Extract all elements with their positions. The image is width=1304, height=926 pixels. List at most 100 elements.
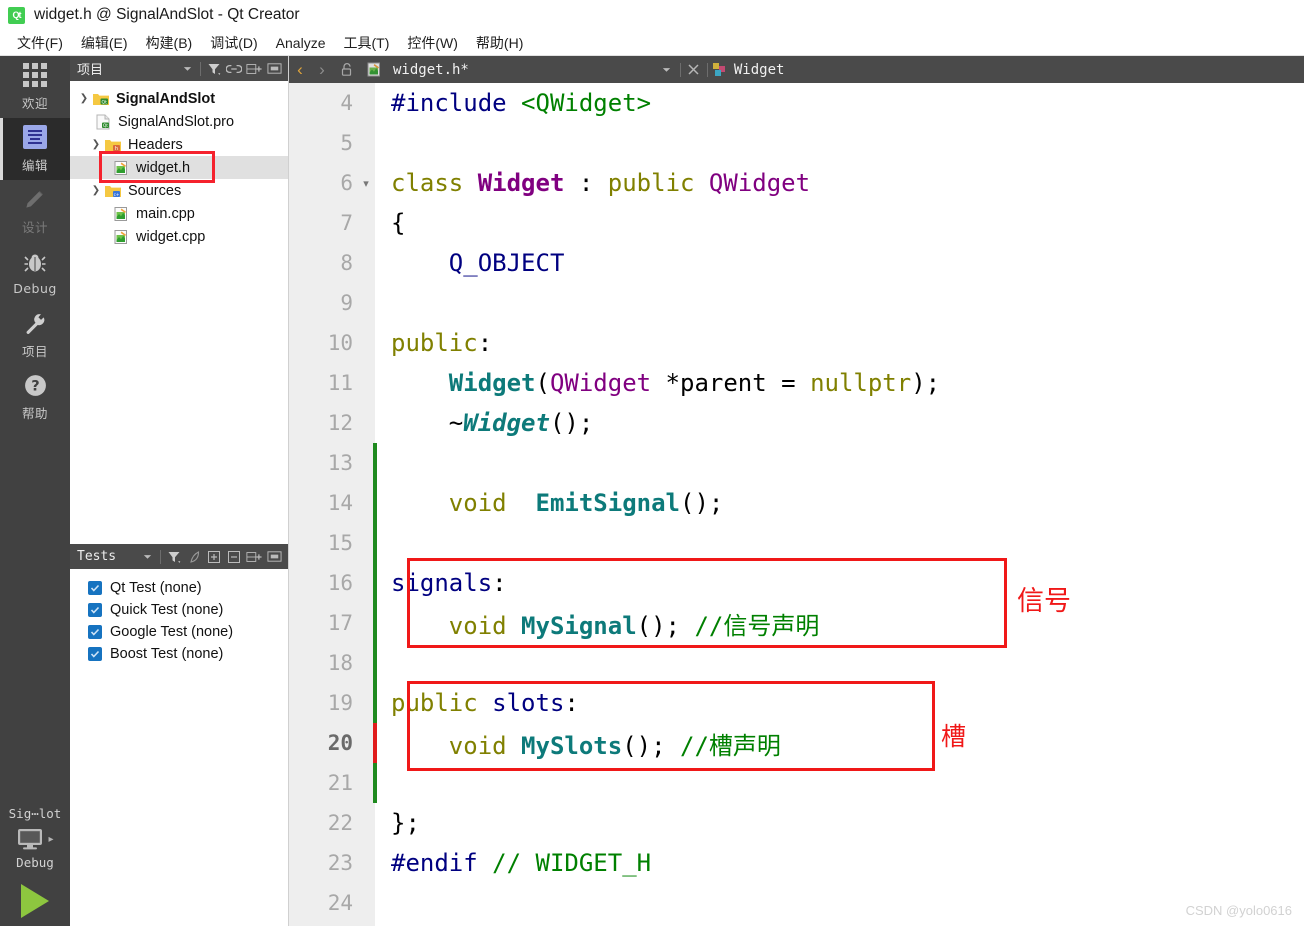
change-marker-green xyxy=(373,483,377,523)
run-button[interactable] xyxy=(0,884,70,918)
line-number: 19 xyxy=(327,691,353,715)
code-line[interactable]: 12 ~Widget(); xyxy=(289,403,1304,443)
code-line[interactable]: 11 Widget(QWidget *parent = nullptr); xyxy=(289,363,1304,403)
filter-icon[interactable] xyxy=(164,547,184,567)
leaf-icon[interactable] xyxy=(184,547,204,567)
chevron-left-icon[interactable]: ‹ xyxy=(289,60,311,80)
tree-item-widget-cpp[interactable]: widget.cpp xyxy=(70,225,288,248)
mode-button-projects[interactable]: 项目 xyxy=(0,304,70,366)
code-line[interactable]: 7{ xyxy=(289,203,1304,243)
kit-selector-label[interactable]: Sig⋯lot xyxy=(0,806,70,821)
code-text: void EmitSignal(); xyxy=(448,489,724,517)
tree-item-headers[interactable]: ❯ h Headers xyxy=(70,133,288,156)
project-panel-title: 项目 xyxy=(77,63,104,78)
menu-build[interactable]: 构建(B) xyxy=(137,31,202,55)
checkbox-checked-icon[interactable] xyxy=(88,625,102,639)
source-file-icon xyxy=(363,60,385,80)
editor-symbol-selector[interactable]: Widget xyxy=(734,62,785,78)
chevron-down-icon[interactable] xyxy=(657,60,677,80)
test-item-google-test[interactable]: Google Test (none) xyxy=(70,621,288,643)
code-text: { xyxy=(391,209,406,237)
test-item-quick-test[interactable]: Quick Test (none) xyxy=(70,599,288,621)
code-line[interactable]: 6 ▾ class Widget : public QWidget xyxy=(289,163,1304,203)
chevron-down-icon[interactable] xyxy=(137,547,157,567)
code-editor[interactable]: 4 #include <QWidget> 5 6 ▾ class Widget : pub… xyxy=(289,83,1304,926)
minimize-icon[interactable] xyxy=(264,547,284,567)
window-title: widget.h @ SignalAndSlot - Qt Creator xyxy=(34,6,300,23)
pro-file-icon: Qt xyxy=(94,114,112,130)
tests-list: Qt Test (none) Quick Test (none) Google … xyxy=(70,569,288,665)
target-selector-button[interactable]: ▸ xyxy=(0,827,70,851)
menu-widgets[interactable]: 控件(W) xyxy=(398,31,467,55)
menu-edit[interactable]: 编辑(E) xyxy=(72,31,137,55)
test-item-qt-test[interactable]: Qt Test (none) xyxy=(70,577,288,599)
minimize-icon[interactable] xyxy=(264,59,284,79)
test-item-boost-test[interactable]: Boost Test (none) xyxy=(70,643,288,665)
mode-button-welcome[interactable]: 欢迎 xyxy=(0,56,70,118)
test-label: Boost Test (none) xyxy=(110,646,224,662)
menu-help[interactable]: 帮助(H) xyxy=(467,31,532,55)
expand-all-icon[interactable] xyxy=(204,547,224,567)
code-line[interactable]: 24 xyxy=(289,883,1304,923)
code-line[interactable]: 22}; xyxy=(289,803,1304,843)
code-line[interactable]: 8 Q_OBJECT xyxy=(289,243,1304,283)
change-marker-green xyxy=(373,643,377,683)
filter-icon[interactable] xyxy=(204,59,224,79)
mode-label-design: 设计 xyxy=(21,220,48,235)
folder-cpp-icon: c+ xyxy=(104,183,122,199)
code-line[interactable]: 4 #include <QWidget> xyxy=(289,83,1304,123)
line-number: 24 xyxy=(327,891,353,915)
mode-button-design[interactable]: 设计 xyxy=(0,180,70,242)
menu-analyze[interactable]: Analyze xyxy=(267,31,335,55)
menu-file[interactable]: 文件(F) xyxy=(8,31,72,55)
watermark: CSDN @yolo0616 xyxy=(1185,903,1292,918)
chevron-right-icon[interactable]: › xyxy=(311,60,333,80)
split-add-icon[interactable] xyxy=(244,59,264,79)
project-panel-header: 项目 xyxy=(70,56,288,81)
edit-icon xyxy=(23,124,47,150)
tree-label: Headers xyxy=(128,136,183,153)
code-line[interactable]: 23 #endif // WIDGET_H xyxy=(289,843,1304,883)
chevron-down-icon[interactable]: ❯ xyxy=(88,139,104,150)
code-text: class Widget : public QWidget xyxy=(391,169,811,197)
tree-item-main-cpp[interactable]: main.cpp xyxy=(70,202,288,225)
code-line[interactable]: 10 public: xyxy=(289,323,1304,363)
code-line[interactable]: 13 xyxy=(289,443,1304,483)
menu-debug[interactable]: 调试(D) xyxy=(201,31,266,55)
mode-button-help[interactable]: ? 帮助 xyxy=(0,366,70,428)
code-line[interactable]: 5 xyxy=(289,123,1304,163)
line-number: 14 xyxy=(327,491,353,515)
code-line[interactable]: 18 xyxy=(289,643,1304,683)
link-icon[interactable] xyxy=(224,59,244,79)
mode-label-edit: 编辑 xyxy=(21,158,48,173)
collapse-all-icon[interactable] xyxy=(224,547,244,567)
tree-item-widget-h[interactable]: widget.h xyxy=(70,151,288,183)
editor-tab-filename[interactable]: widget.h* xyxy=(393,62,469,78)
menu-tools[interactable]: 工具(T) xyxy=(334,31,398,55)
code-line[interactable]: 14 void EmitSignal(); xyxy=(289,483,1304,523)
tree-item-signalandslot-pro[interactable]: Qt SignalAndSlot.pro xyxy=(70,110,288,133)
tree-item-signalandslot[interactable]: ❯ Qt SignalAndSlot xyxy=(70,87,288,110)
checkbox-checked-icon[interactable] xyxy=(88,603,102,617)
code-line[interactable]: 9 xyxy=(289,283,1304,323)
line-number: 12 xyxy=(327,411,353,435)
mode-button-debug[interactable]: Debug xyxy=(0,242,70,304)
code-line[interactable]: 15 xyxy=(289,523,1304,563)
chevron-down-icon[interactable]: ❯ xyxy=(76,93,92,104)
line-number: 23 xyxy=(327,851,353,875)
grid-icon xyxy=(23,62,47,88)
split-add-icon[interactable] xyxy=(244,547,264,567)
chevron-down-icon[interactable]: ❯ xyxy=(88,185,104,196)
checkbox-checked-icon[interactable] xyxy=(88,581,102,595)
mode-button-edit[interactable]: 编辑 xyxy=(0,118,70,180)
tree-item-sources[interactable]: ❯ c+ Sources xyxy=(70,179,288,202)
checkbox-checked-icon[interactable] xyxy=(88,647,102,661)
close-icon[interactable] xyxy=(684,60,704,80)
folder-h-icon: h xyxy=(104,137,122,153)
qt-logo-icon: Qt xyxy=(8,6,25,24)
unlocked-icon[interactable] xyxy=(337,60,357,80)
code-text: ~Widget(); xyxy=(391,409,594,437)
chevron-down-icon[interactable] xyxy=(177,59,197,79)
fold-marker-icon[interactable]: ▾ xyxy=(357,177,375,190)
tests-panel: Tests Qt Test (none) Quick Test (none) G… xyxy=(70,544,289,926)
